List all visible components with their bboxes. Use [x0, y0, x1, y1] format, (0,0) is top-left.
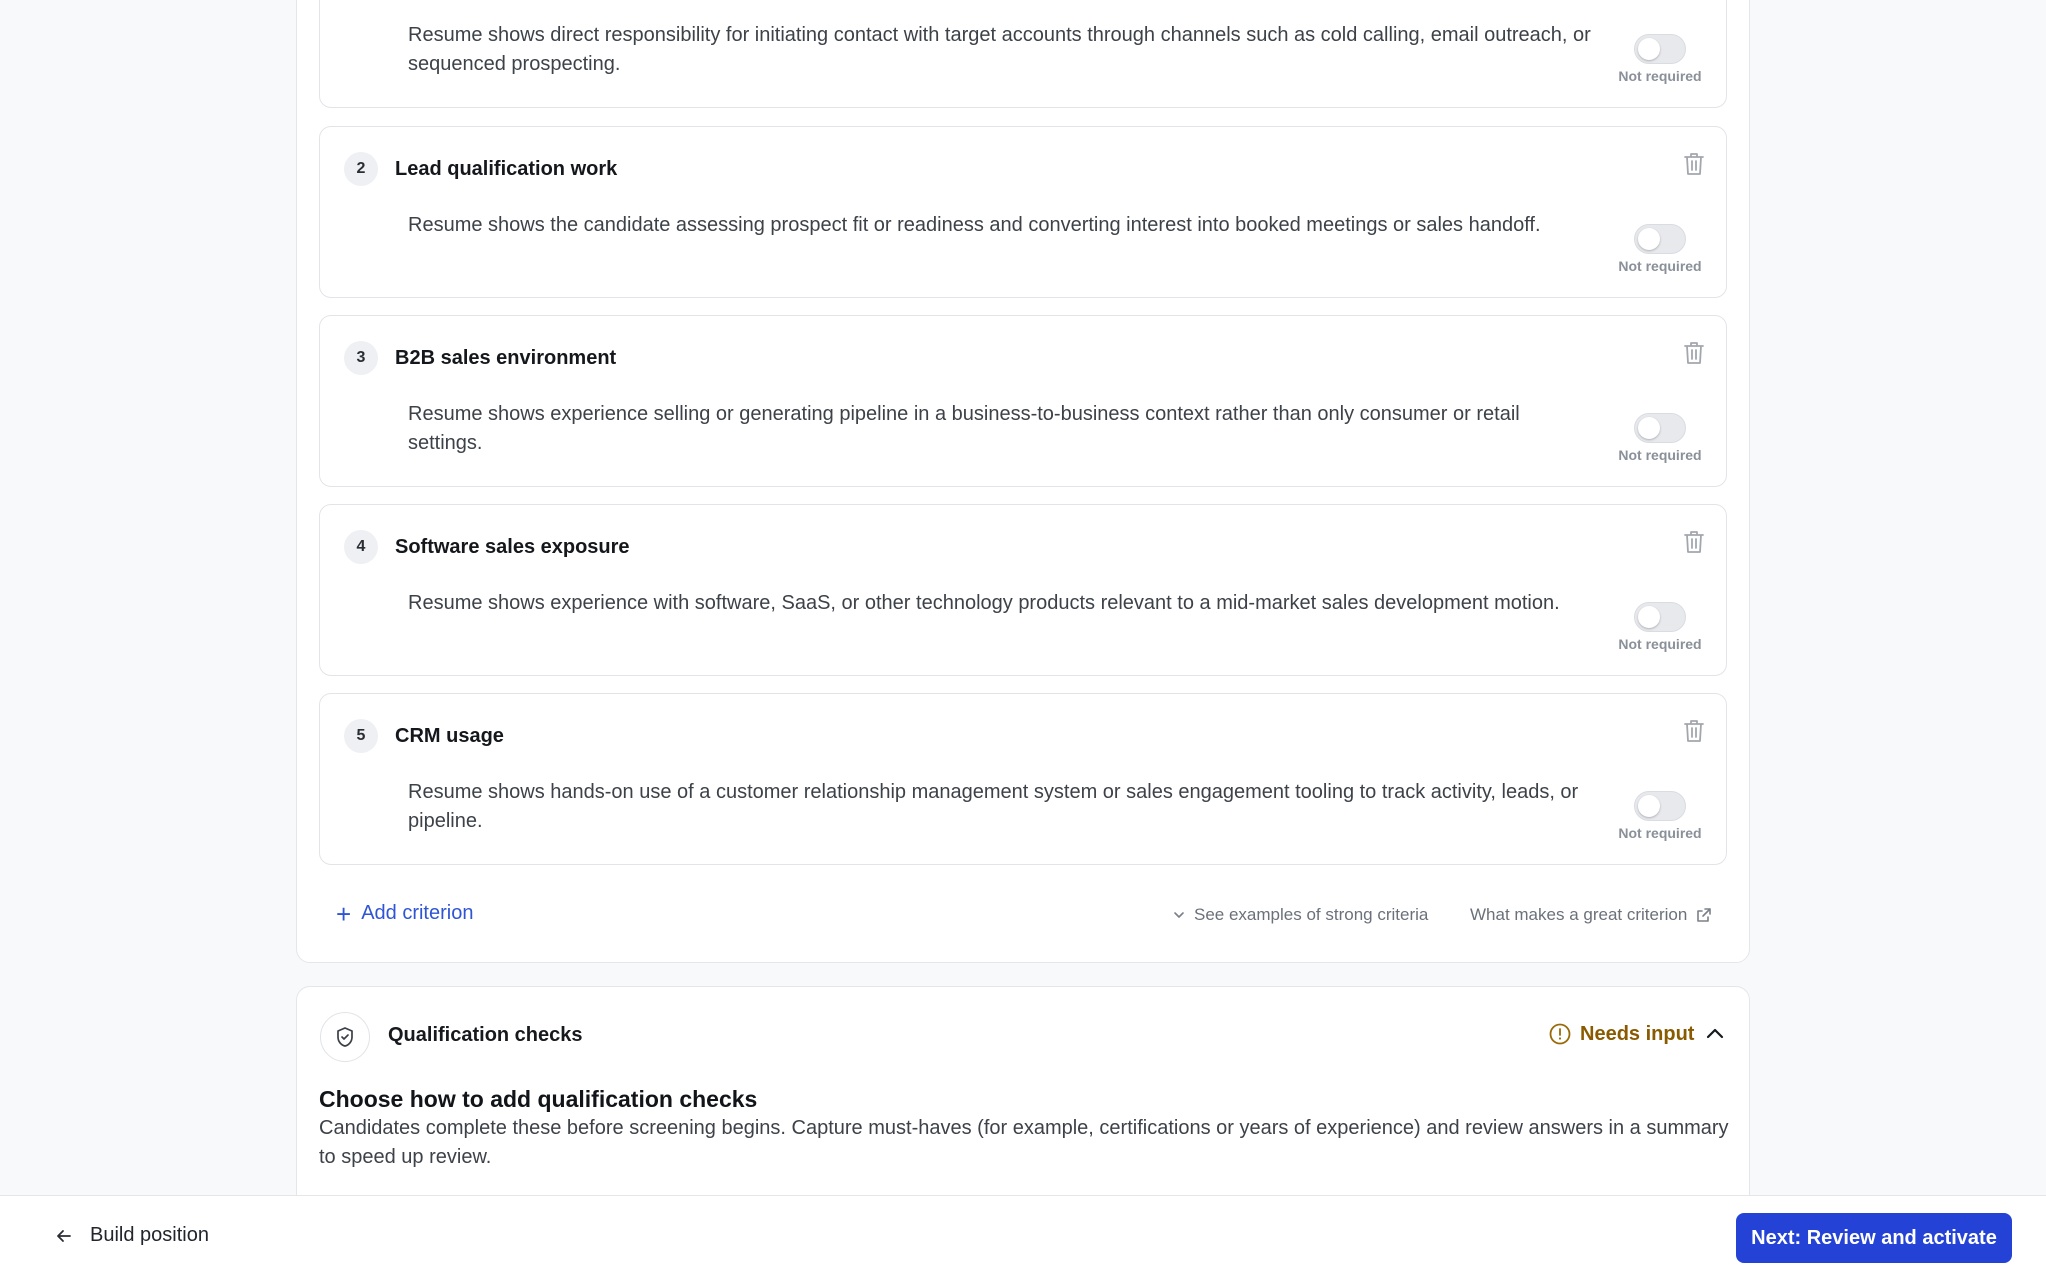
criterion-description: Resume shows direct responsibility for i… [408, 24, 1591, 75]
external-link-icon [1697, 908, 1712, 922]
great-criterion-link[interactable]: What makes a great criterion [1470, 905, 1713, 925]
toggle-knob [1638, 228, 1660, 250]
toggle-knob [1638, 606, 1660, 628]
criterion-number-badge: 2 [344, 152, 378, 186]
criterion-card-3: 3 B2B sales environment Resume shows exp… [319, 315, 1727, 487]
footer-bar: Build position Next: Review and activate [0, 1195, 2046, 1279]
criterion-description: Resume shows experience selling or gener… [408, 403, 1520, 454]
arrow-left-icon [57, 1229, 71, 1242]
shield-check-icon [337, 1027, 353, 1047]
qualification-description: Candidates complete these before screeni… [319, 1117, 1729, 1168]
required-toggle[interactable] [1634, 602, 1686, 632]
plus-icon: + [336, 898, 352, 929]
trash-icon[interactable] [1682, 151, 1706, 177]
trash-icon[interactable] [1682, 718, 1706, 744]
required-toggle[interactable] [1634, 224, 1686, 254]
toggle-knob [1638, 38, 1660, 60]
trash-icon[interactable] [1682, 340, 1706, 366]
required-status-label: Not required [1618, 258, 1702, 274]
criterion-description: Resume shows hands-on use of a customer … [408, 781, 1579, 832]
required-toggle[interactable] [1634, 413, 1686, 443]
required-status-label: Not required [1618, 68, 1702, 84]
required-toggle[interactable] [1634, 791, 1686, 821]
criterion-number-badge: 3 [344, 341, 378, 375]
shield-icon-wrapper [320, 1012, 370, 1062]
toggle-knob [1638, 795, 1660, 817]
required-status-label: Not required [1618, 447, 1702, 463]
trash-icon[interactable] [1682, 529, 1706, 555]
criterion-title: Software sales exposure [395, 536, 630, 558]
see-examples-label: See examples of strong criteria [1194, 905, 1429, 924]
criterion-card-1: Resume shows direct responsibility for i… [319, 0, 1727, 108]
criterion-card-5: 5 CRM usage Resume shows hands-on use of… [319, 693, 1727, 865]
required-status-label: Not required [1618, 825, 1702, 841]
section-title: Qualification checks [388, 1024, 583, 1046]
criterion-card-4: 4 Software sales exposure Resume shows e… [319, 504, 1727, 676]
toggle-knob [1638, 417, 1660, 439]
back-button[interactable]: Build position [54, 1224, 209, 1247]
criterion-number-badge: 5 [344, 719, 378, 753]
criterion-title: B2B sales environment [395, 347, 617, 369]
chevron-up-icon [1707, 1028, 1724, 1039]
criterion-description: Resume shows the candidate assessing pro… [408, 214, 1541, 236]
section-status-toggle[interactable]: Needs input [1548, 1022, 1726, 1046]
see-examples-toggle[interactable]: See examples of strong criteria [1172, 905, 1428, 925]
chevron-down-icon [1174, 912, 1184, 918]
qualification-heading: Choose how to add qualification checks [319, 1086, 758, 1112]
add-criterion-label: Add criterion [361, 902, 474, 924]
criterion-title: CRM usage [395, 725, 504, 747]
criterion-card-2: 2 Lead qualification work Resume shows t… [319, 126, 1727, 298]
required-status-label: Not required [1618, 636, 1702, 652]
criterion-description: Resume shows experience with software, S… [408, 592, 1560, 614]
add-criterion-button[interactable]: + Add criterion [336, 898, 474, 929]
required-toggle[interactable] [1634, 34, 1686, 64]
criterion-title: Lead qualification work [395, 158, 618, 180]
next-button[interactable]: Next: Review and activate [1736, 1213, 2012, 1263]
status-badge: Needs input [1580, 1022, 1695, 1045]
great-criterion-label: What makes a great criterion [1470, 905, 1688, 924]
criterion-number-badge: 4 [344, 530, 378, 564]
back-button-label: Build position [90, 1224, 209, 1246]
alert-circle-icon [1549, 1023, 1571, 1045]
